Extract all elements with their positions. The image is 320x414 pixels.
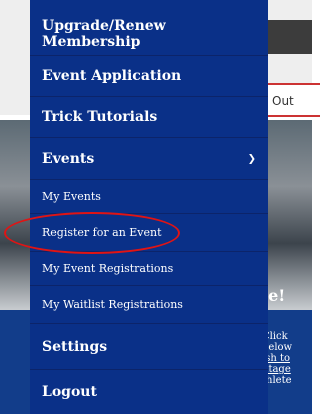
menu-item-label: Event Application: [42, 68, 182, 84]
menu-item-label: Upgrade/Renew Membership: [42, 17, 166, 50]
side-menu: Upgrade/Renew Membership Event Applicati…: [30, 0, 268, 414]
menu-item-label: My Events: [42, 190, 101, 203]
menu-item-my-event-registrations[interactable]: My Event Registrations: [30, 252, 268, 286]
background-link-line[interactable]: ntage: [262, 364, 312, 375]
menu-item-events[interactable]: Events ❯: [30, 138, 268, 180]
menu-item-label: Logout: [42, 384, 97, 400]
menu-item-label: Settings: [42, 338, 108, 355]
menu-item-settings[interactable]: Settings: [30, 324, 268, 370]
background-text-line: Click: [262, 331, 288, 342]
menu-item-logout[interactable]: Logout: [30, 370, 268, 414]
menu-item-label: My Waitlist Registrations: [42, 298, 183, 311]
background-search-box: [268, 20, 312, 54]
background-text: e Click below ish to ntage thlete: [262, 320, 312, 386]
menu-item-trick-tutorials[interactable]: Trick Tutorials: [30, 97, 268, 138]
menu-item-label: My Event Registrations: [42, 262, 174, 275]
menu-item-label: Trick Tutorials: [42, 109, 158, 125]
background-logout-button[interactable]: Out: [262, 83, 320, 117]
background-link-line[interactable]: ish to: [262, 353, 312, 364]
menu-item-my-events[interactable]: My Events: [30, 180, 268, 214]
highlight-annotation: [4, 212, 180, 254]
menu-item-label: Events: [42, 150, 95, 167]
menu-item-event-application[interactable]: Event Application: [30, 56, 268, 97]
menu-item-upgrade-renew-membership[interactable]: Upgrade/Renew Membership: [30, 12, 268, 56]
chevron-down-icon[interactable]: ❯: [248, 153, 256, 164]
background-text-line: e: [262, 320, 312, 331]
background-text-line: below: [262, 342, 293, 353]
background-text-line: thlete: [262, 375, 292, 386]
menu-item-my-waitlist-registrations[interactable]: My Waitlist Registrations: [30, 286, 268, 324]
